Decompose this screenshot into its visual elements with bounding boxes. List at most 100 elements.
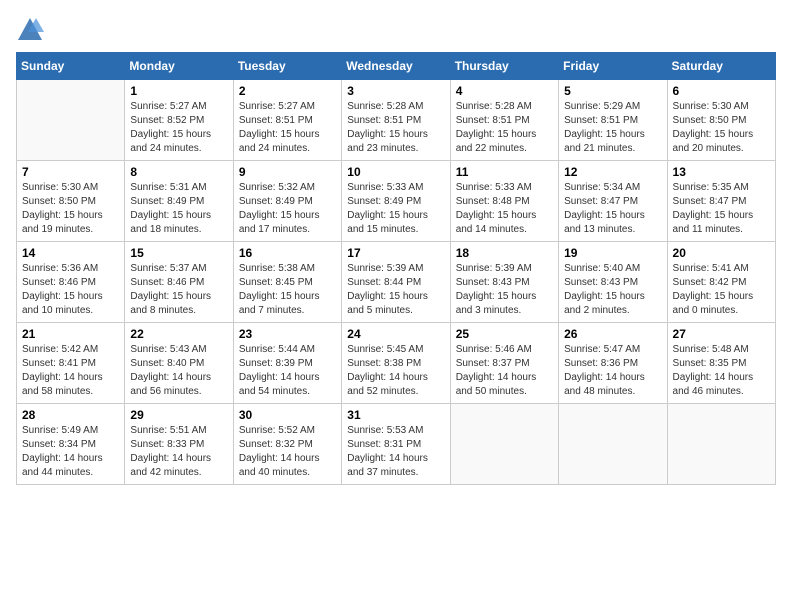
day-number: 31 — [347, 408, 444, 422]
day-info: Sunrise: 5:41 AM Sunset: 8:42 PM Dayligh… — [673, 262, 770, 318]
calendar-cell: 13Sunrise: 5:35 AM Sunset: 8:47 PM Dayli… — [667, 161, 775, 242]
calendar-table: SundayMondayTuesdayWednesdayThursdayFrid… — [16, 52, 776, 485]
day-number: 4 — [456, 84, 553, 98]
calendar-cell: 22 Sunrise: 5:43 AM Sunset: 8:40 PM Dayli… — [125, 323, 233, 404]
day-number: 18 — [456, 246, 553, 260]
day-info: Sunrise: 5:30 AM Sunset: 8:50 PM Dayligh… — [673, 100, 770, 156]
day-info: Sunrise: 5:36 AM Sunset: 8:46 PM Dayligh… — [22, 262, 119, 318]
day-number: 11 — [456, 165, 553, 179]
calendar-cell — [667, 404, 775, 485]
calendar-cell: 1Sunrise: 5:27 AM Sunset: 8:52 PM Daylig… — [125, 80, 233, 161]
calendar-cell: 31Sunrise: 5:53 AM Sunset: 8:31 PM Dayli… — [342, 404, 450, 485]
day-info: Sunrise: 5:46 AM Sunset: 8:37 PM Dayligh… — [456, 343, 553, 399]
day-number: 10 — [347, 165, 444, 179]
day-number: 5 — [564, 84, 661, 98]
day-number: 9 — [239, 165, 336, 179]
day-number: 23 — [239, 327, 336, 341]
calendar-cell: 16Sunrise: 5:38 AM Sunset: 8:45 PM Dayli… — [233, 242, 341, 323]
day-number: 7 — [22, 165, 119, 179]
day-info: Sunrise: 5:34 AM Sunset: 8:47 PM Dayligh… — [564, 181, 661, 237]
calendar-cell: 26 Sunrise: 5:47 AM Sunset: 8:36 PM Dayli… — [559, 323, 667, 404]
calendar-cell: 29 Sunrise: 5:51 AM Sunset: 8:33 PM Dayli… — [125, 404, 233, 485]
day-info: Sunrise: 5:44 AM Sunset: 8:39 PM Dayligh… — [239, 343, 336, 399]
day-number: 8 — [130, 165, 227, 179]
day-info: Sunrise: 5:37 AM Sunset: 8:46 PM Dayligh… — [130, 262, 227, 318]
calendar-cell — [17, 80, 125, 161]
day-number: 20 — [673, 246, 770, 260]
calendar-cell: 18Sunrise: 5:39 AM Sunset: 8:43 PM Dayli… — [450, 242, 558, 323]
calendar-week-row: 28Sunrise: 5:49 AM Sunset: 8:34 PM Dayli… — [17, 404, 776, 485]
calendar-cell: 2 Sunrise: 5:27 AM Sunset: 8:51 PM Daylig… — [233, 80, 341, 161]
calendar-cell: 15 Sunrise: 5:37 AM Sunset: 8:46 PM Dayli… — [125, 242, 233, 323]
day-number: 29 — [130, 408, 227, 422]
column-header-monday: Monday — [125, 53, 233, 80]
day-number: 26 — [564, 327, 661, 341]
day-number: 14 — [22, 246, 119, 260]
calendar-cell: 5 Sunrise: 5:29 AM Sunset: 8:51 PM Daylig… — [559, 80, 667, 161]
calendar-cell: 14 Sunrise: 5:36 AM Sunset: 8:46 PM Dayli… — [17, 242, 125, 323]
day-number: 17 — [347, 246, 444, 260]
day-info: Sunrise: 5:38 AM Sunset: 8:45 PM Dayligh… — [239, 262, 336, 318]
calendar-cell: 17 Sunrise: 5:39 AM Sunset: 8:44 PM Dayli… — [342, 242, 450, 323]
day-info: Sunrise: 5:48 AM Sunset: 8:35 PM Dayligh… — [673, 343, 770, 399]
day-info: Sunrise: 5:33 AM Sunset: 8:49 PM Dayligh… — [347, 181, 444, 237]
day-number: 6 — [673, 84, 770, 98]
calendar-cell: 12 Sunrise: 5:34 AM Sunset: 8:47 PM Dayli… — [559, 161, 667, 242]
day-info: Sunrise: 5:43 AM Sunset: 8:40 PM Dayligh… — [130, 343, 227, 399]
day-info: Sunrise: 5:45 AM Sunset: 8:38 PM Dayligh… — [347, 343, 444, 399]
day-info: Sunrise: 5:40 AM Sunset: 8:43 PM Dayligh… — [564, 262, 661, 318]
column-header-saturday: Saturday — [667, 53, 775, 80]
day-info: Sunrise: 5:28 AM Sunset: 8:51 PM Dayligh… — [347, 100, 444, 156]
day-info: Sunrise: 5:33 AM Sunset: 8:48 PM Dayligh… — [456, 181, 553, 237]
calendar-cell — [450, 404, 558, 485]
day-number: 1 — [130, 84, 227, 98]
calendar-cell — [559, 404, 667, 485]
logo — [16, 16, 48, 44]
calendar-cell: 8 Sunrise: 5:31 AM Sunset: 8:49 PM Daylig… — [125, 161, 233, 242]
day-info: Sunrise: 5:39 AM Sunset: 8:44 PM Dayligh… — [347, 262, 444, 318]
calendar-cell: 19 Sunrise: 5:40 AM Sunset: 8:43 PM Dayli… — [559, 242, 667, 323]
calendar-week-row: 1Sunrise: 5:27 AM Sunset: 8:52 PM Daylig… — [17, 80, 776, 161]
day-info: Sunrise: 5:47 AM Sunset: 8:36 PM Dayligh… — [564, 343, 661, 399]
page-header — [16, 16, 776, 44]
day-info: Sunrise: 5:29 AM Sunset: 8:51 PM Dayligh… — [564, 100, 661, 156]
day-number: 12 — [564, 165, 661, 179]
calendar-cell: 6 Sunrise: 5:30 AM Sunset: 8:50 PM Daylig… — [667, 80, 775, 161]
day-info: Sunrise: 5:31 AM Sunset: 8:49 PM Dayligh… — [130, 181, 227, 237]
calendar-cell: 4 Sunrise: 5:28 AM Sunset: 8:51 PM Daylig… — [450, 80, 558, 161]
day-number: 2 — [239, 84, 336, 98]
day-number: 30 — [239, 408, 336, 422]
day-info: Sunrise: 5:28 AM Sunset: 8:51 PM Dayligh… — [456, 100, 553, 156]
day-number: 22 — [130, 327, 227, 341]
column-header-thursday: Thursday — [450, 53, 558, 80]
calendar-cell: 10 Sunrise: 5:33 AM Sunset: 8:49 PM Dayli… — [342, 161, 450, 242]
calendar-week-row: 7 Sunrise: 5:30 AM Sunset: 8:50 PM Daylig… — [17, 161, 776, 242]
calendar-week-row: 21 Sunrise: 5:42 AM Sunset: 8:41 PM Dayli… — [17, 323, 776, 404]
day-number: 21 — [22, 327, 119, 341]
calendar-cell: 11 Sunrise: 5:33 AM Sunset: 8:48 PM Dayli… — [450, 161, 558, 242]
calendar-cell: 25 Sunrise: 5:46 AM Sunset: 8:37 PM Dayli… — [450, 323, 558, 404]
column-header-sunday: Sunday — [17, 53, 125, 80]
day-info: Sunrise: 5:51 AM Sunset: 8:33 PM Dayligh… — [130, 424, 227, 480]
column-header-friday: Friday — [559, 53, 667, 80]
calendar-cell: 9Sunrise: 5:32 AM Sunset: 8:49 PM Daylig… — [233, 161, 341, 242]
day-info: Sunrise: 5:27 AM Sunset: 8:51 PM Dayligh… — [239, 100, 336, 156]
day-info: Sunrise: 5:30 AM Sunset: 8:50 PM Dayligh… — [22, 181, 119, 237]
day-number: 28 — [22, 408, 119, 422]
calendar-cell: 24 Sunrise: 5:45 AM Sunset: 8:38 PM Dayli… — [342, 323, 450, 404]
calendar-header-row: SundayMondayTuesdayWednesdayThursdayFrid… — [17, 53, 776, 80]
day-info: Sunrise: 5:42 AM Sunset: 8:41 PM Dayligh… — [22, 343, 119, 399]
calendar-week-row: 14 Sunrise: 5:36 AM Sunset: 8:46 PM Dayli… — [17, 242, 776, 323]
calendar-cell: 21 Sunrise: 5:42 AM Sunset: 8:41 PM Dayli… — [17, 323, 125, 404]
day-info: Sunrise: 5:52 AM Sunset: 8:32 PM Dayligh… — [239, 424, 336, 480]
day-number: 19 — [564, 246, 661, 260]
day-number: 15 — [130, 246, 227, 260]
column-header-wednesday: Wednesday — [342, 53, 450, 80]
day-number: 25 — [456, 327, 553, 341]
calendar-cell: 23 Sunrise: 5:44 AM Sunset: 8:39 PM Dayli… — [233, 323, 341, 404]
day-info: Sunrise: 5:35 AM Sunset: 8:47 PM Dayligh… — [673, 181, 770, 237]
day-number: 24 — [347, 327, 444, 341]
calendar-cell: 20 Sunrise: 5:41 AM Sunset: 8:42 PM Dayli… — [667, 242, 775, 323]
calendar-cell: 27Sunrise: 5:48 AM Sunset: 8:35 PM Dayli… — [667, 323, 775, 404]
calendar-cell: 30 Sunrise: 5:52 AM Sunset: 8:32 PM Dayli… — [233, 404, 341, 485]
